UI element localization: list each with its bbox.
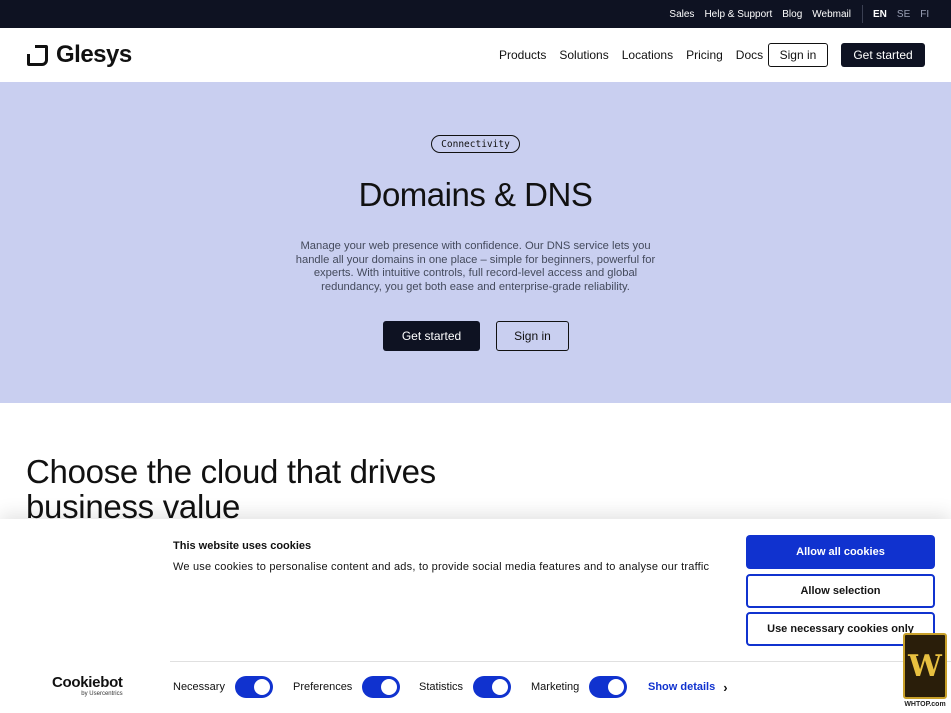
nav-get-started-button[interactable]: Get started — [841, 43, 925, 67]
allow-all-cookies-button[interactable]: Allow all cookies — [746, 535, 935, 569]
show-details-label: Show details — [648, 681, 716, 693]
toggle-marketing[interactable] — [589, 676, 628, 698]
hero-section: Connectivity Domains & DNS Manage your w… — [0, 82, 951, 403]
watermark-mark: W — [908, 648, 942, 684]
top-utility-bar: Sales Help & Support Blog Webmail EN SE … — [0, 0, 951, 28]
toggle-label-statistics: Statistics — [419, 681, 464, 693]
page-title: Domains & DNS — [358, 176, 593, 213]
language-switcher: EN SE FI — [873, 0, 929, 28]
watermark-text: WHTOP.com — [904, 701, 946, 708]
nav-sign-in-button[interactable]: Sign in — [768, 43, 828, 67]
toggle-label-preferences: Preferences — [293, 681, 353, 693]
sales-link[interactable]: Sales — [669, 9, 694, 20]
language-en[interactable]: EN — [873, 9, 887, 20]
logo-mark-icon — [27, 44, 48, 66]
main-navigation: Glesys Products Solutions Locations Pric… — [0, 28, 951, 82]
cookie-consent-banner: This website uses cookies We use cookies… — [0, 519, 951, 713]
toggle-necessary[interactable] — [234, 676, 273, 698]
language-fi[interactable]: FI — [920, 9, 929, 20]
glesys-logo[interactable]: Glesys — [27, 41, 132, 69]
toggle-label-necessary: Necessary — [173, 681, 225, 693]
toggle-group-statistics: Statistics — [419, 676, 512, 698]
utility-links: Sales Help & Support Blog Webmail — [669, 0, 851, 28]
cookie-banner-description: We use cookies to personalise content an… — [173, 561, 710, 573]
category-tag: Connectivity — [431, 135, 520, 153]
cookiebot-brand-sub: by Usercentrics — [81, 691, 123, 697]
toggle-group-necessary: Necessary — [173, 676, 273, 698]
nav-item-locations[interactable]: Locations — [622, 48, 673, 62]
blog-link[interactable]: Blog — [782, 9, 802, 20]
toggle-label-marketing: Marketing — [531, 681, 580, 693]
webmail-link[interactable]: Webmail — [812, 9, 851, 20]
allow-selection-button[interactable]: Allow selection — [746, 574, 935, 608]
cookie-banner-title: This website uses cookies — [173, 540, 312, 552]
utility-divider — [862, 5, 863, 23]
cookiebot-brand: Cookiebot — [52, 674, 123, 691]
nav-item-solutions[interactable]: Solutions — [559, 48, 608, 62]
nav-menu: Products Solutions Locations Pricing Doc… — [499, 28, 763, 82]
hero-get-started-button[interactable]: Get started — [383, 321, 480, 351]
nav-item-docs[interactable]: Docs — [736, 48, 763, 62]
whtop-watermark: W WHTOP.com — [901, 633, 949, 711]
logo-text: Glesys — [56, 41, 132, 68]
toggle-group-preferences: Preferences — [293, 676, 401, 698]
hero-description: Manage your web presence with confidence… — [295, 240, 656, 294]
cookiebot-logo: Cookiebot by Usercentrics — [52, 674, 123, 698]
language-se[interactable]: SE — [897, 9, 910, 20]
toggle-preferences[interactable] — [362, 676, 401, 698]
toggle-group-marketing: Marketing — [531, 676, 628, 698]
cookie-banner-divider — [170, 661, 951, 662]
toggle-statistics[interactable] — [473, 676, 512, 698]
section-heading: Choose the cloud that drives business va… — [26, 453, 436, 525]
help-support-link[interactable]: Help & Support — [704, 9, 772, 20]
nav-item-products[interactable]: Products — [499, 48, 546, 62]
chevron-right-icon: › — [723, 679, 728, 695]
hero-sign-in-button[interactable]: Sign in — [496, 321, 569, 351]
watermark-badge-icon: W — [903, 633, 947, 699]
nav-item-pricing[interactable]: Pricing — [686, 48, 723, 62]
show-details-link[interactable]: Show details › — [648, 676, 728, 698]
